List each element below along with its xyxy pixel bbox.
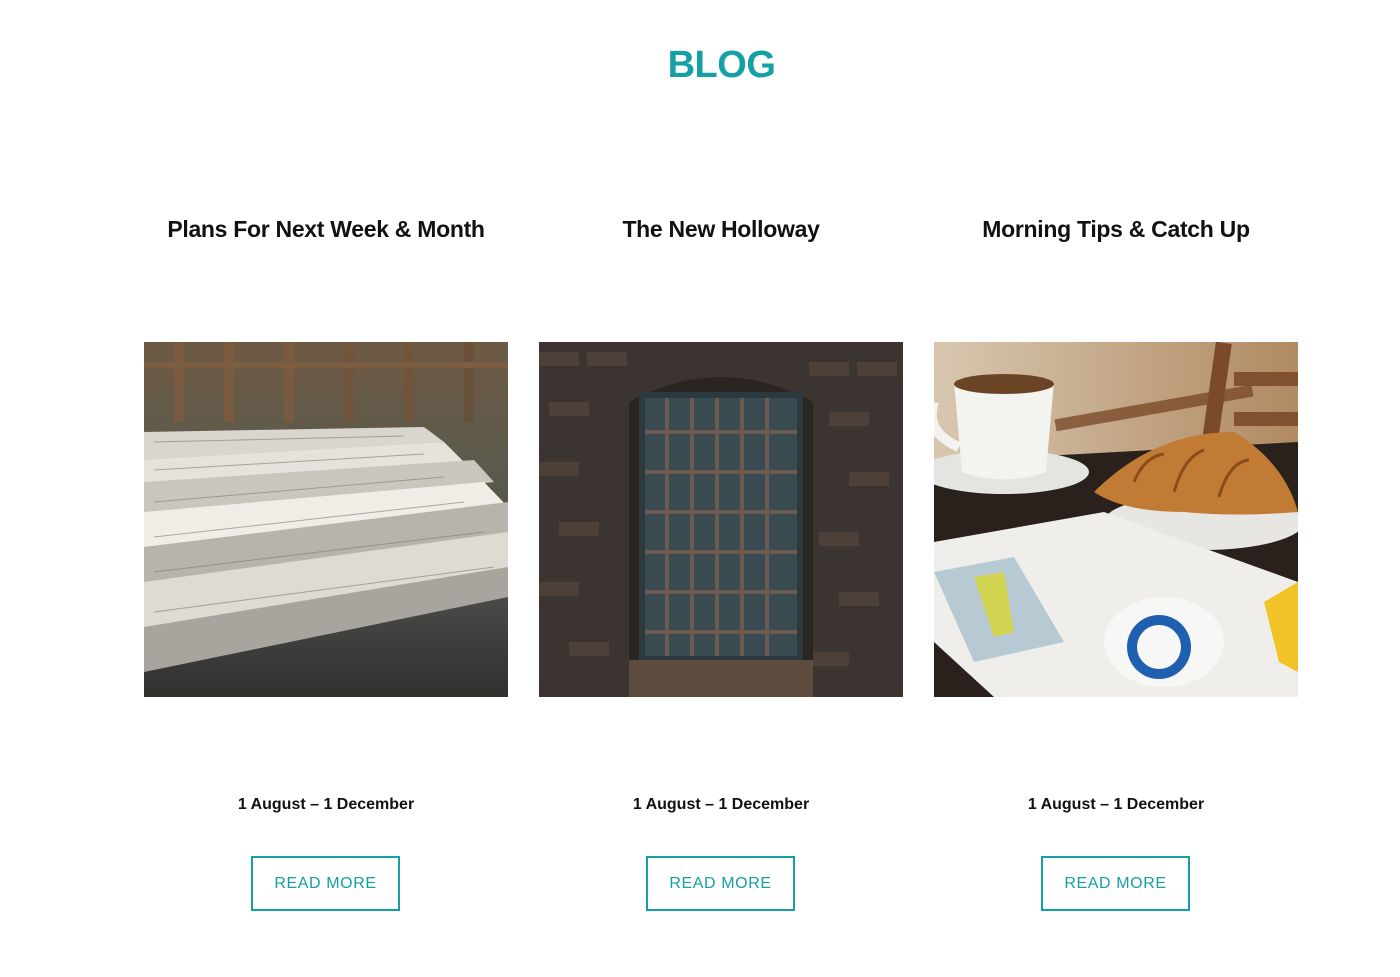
read-more-button[interactable]: READ MORE [1041,856,1190,911]
post-title[interactable]: The New Holloway [499,216,943,243]
post-date: 1 August – 1 December [1027,796,1205,813]
post-title[interactable]: Morning Tips & Catch Up [894,216,1338,243]
read-more-button[interactable]: READ MORE [251,856,400,911]
newspapers-photo[interactable] [144,342,508,697]
post-date: 1 August – 1 December [632,796,810,813]
post-title[interactable]: Plans For Next Week & Month [104,216,548,243]
post-date: 1 August – 1 December [237,796,415,813]
page-title: BLOG [667,44,776,86]
read-more-button[interactable]: READ MORE [646,856,795,911]
barred-window-photo[interactable] [539,342,903,697]
coffee-croissant-magazine-photo[interactable] [934,342,1298,697]
